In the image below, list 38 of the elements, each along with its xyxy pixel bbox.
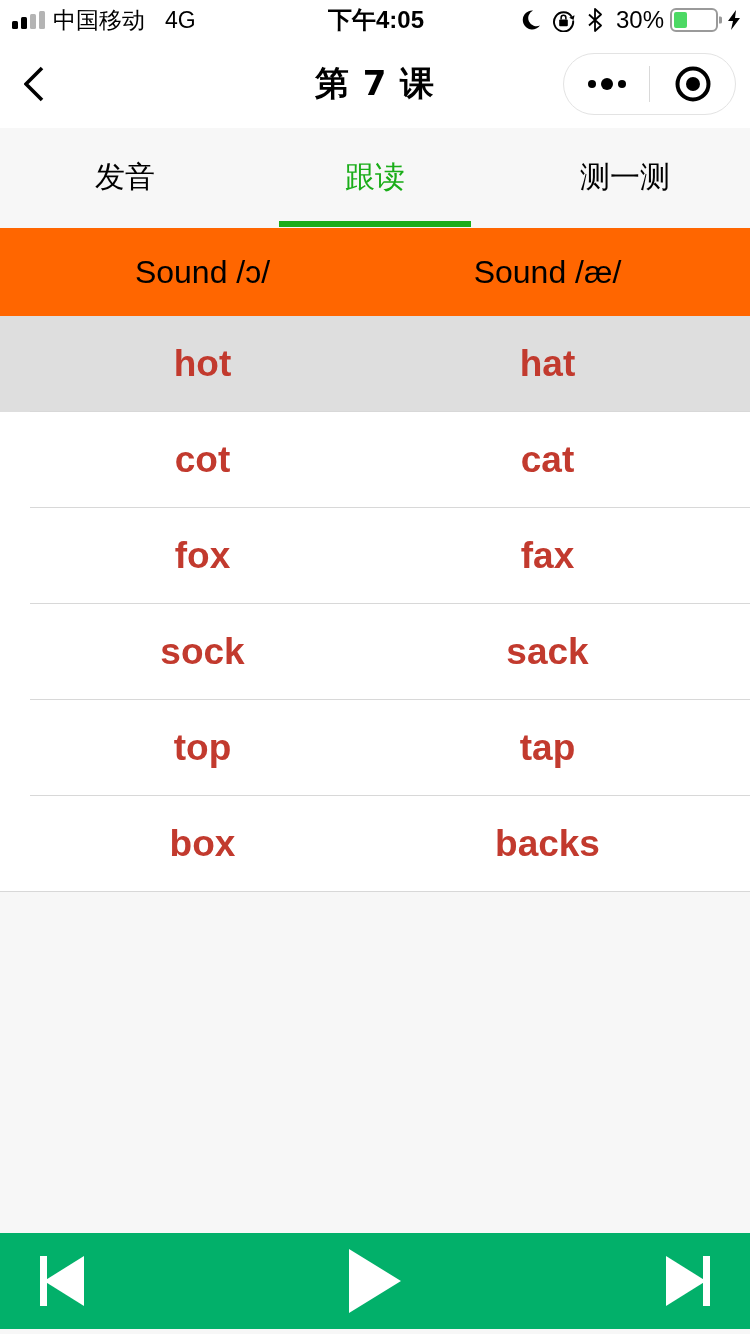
moon-icon <box>521 10 540 30</box>
word-text: cat <box>520 438 575 481</box>
word-text: tap <box>519 726 576 769</box>
word-text: hat <box>519 342 576 385</box>
previous-button[interactable] <box>38 1254 86 1308</box>
word-text: sack <box>506 630 589 673</box>
word-text: sock <box>160 630 245 673</box>
word-text: box <box>169 822 236 865</box>
word-text: backs <box>495 822 600 865</box>
word-text: fox <box>174 534 231 577</box>
more-icon <box>587 77 626 91</box>
skip-previous-icon <box>40 1256 84 1306</box>
play-icon <box>349 1249 401 1313</box>
next-button[interactable] <box>664 1254 712 1308</box>
column-header: Sound /ɔ/ <box>134 253 271 291</box>
charging-icon <box>728 10 740 30</box>
play-button[interactable] <box>347 1247 403 1315</box>
word-row[interactable]: hot hat <box>0 316 750 412</box>
target-icon <box>674 66 711 102</box>
battery-percent: 30% <box>615 6 664 34</box>
rotation-lock-icon <box>551 8 575 32</box>
tab[interactable]: 发音 <box>0 128 250 228</box>
bluetooth-icon <box>587 8 602 32</box>
status-time: 下午4:05 <box>327 5 424 35</box>
word-text: top <box>173 726 232 769</box>
word-text: hot <box>173 342 232 385</box>
tab[interactable]: 测一测 <box>500 128 750 228</box>
skip-next-icon <box>666 1256 710 1306</box>
tab[interactable]: 跟读 <box>250 128 500 228</box>
column-header: Sound /æ/ <box>473 253 622 291</box>
word-text: cot <box>174 438 231 481</box>
battery-icon <box>670 8 722 32</box>
carrier-name: 中国移动 <box>53 5 145 35</box>
network-type: 4G <box>165 6 196 34</box>
page-title: 第 7 课 <box>314 62 436 105</box>
back-icon <box>24 66 44 102</box>
signal-icon <box>12 11 45 29</box>
word-text: fax <box>520 534 575 577</box>
